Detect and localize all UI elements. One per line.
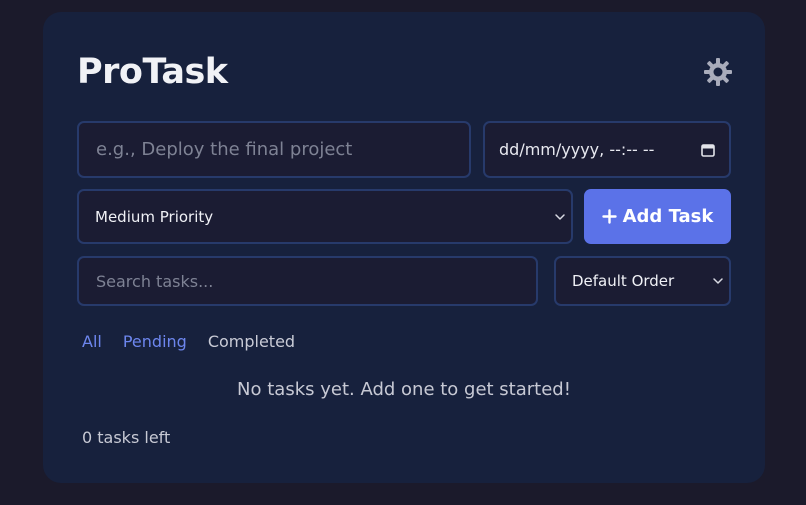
filter-tab-completed[interactable]: Completed [208, 332, 295, 351]
due-date-value: dd/mm/yyyy, --:-- -- [499, 140, 655, 159]
sort-order-select[interactable]: Default Order [554, 256, 731, 306]
sun-icon [704, 58, 732, 86]
priority-select-value: Medium Priority [95, 207, 214, 226]
priority-select[interactable]: Medium Priority [77, 189, 573, 244]
plus-icon [601, 209, 617, 224]
theme-toggle-button[interactable] [702, 56, 734, 88]
due-date-input[interactable]: dd/mm/yyyy, --:-- -- [483, 121, 731, 178]
calendar-icon[interactable] [701, 143, 715, 157]
chevron-down-icon [713, 278, 723, 284]
empty-state-message: No tasks yet. Add one to get started! [237, 379, 571, 400]
add-task-label: Add Task [622, 206, 714, 227]
tasks-left-count: 0 tasks left [82, 428, 171, 447]
search-input[interactable] [77, 256, 538, 306]
add-task-button[interactable]: Add Task [584, 189, 731, 244]
filter-tabs: All Pending Completed [82, 332, 316, 351]
filter-tab-pending[interactable]: Pending [123, 332, 187, 351]
app-title: ProTask [77, 52, 228, 92]
chevron-down-icon [555, 213, 565, 220]
filter-tab-all[interactable]: All [82, 332, 102, 351]
task-input[interactable] [77, 121, 471, 178]
app-card: ProTask dd/mm/yyyy, --:-- -- Mediu [43, 12, 765, 483]
sort-order-value: Default Order [572, 272, 675, 290]
